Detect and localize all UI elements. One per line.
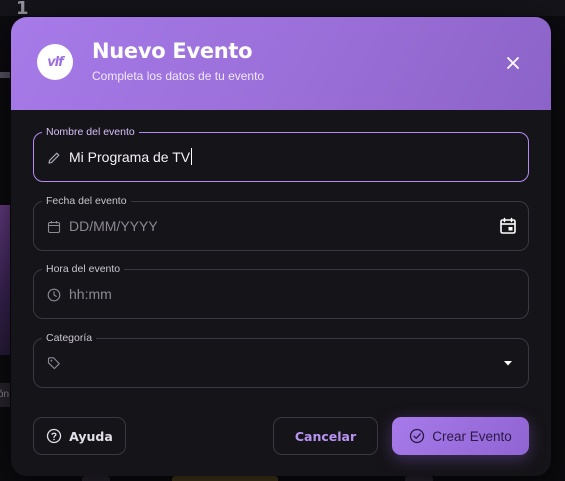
background-chip	[82, 476, 110, 481]
event-name-field[interactable]: Nombre del evento Mi Programa de TV	[33, 125, 529, 182]
create-event-button[interactable]: Crear Evento	[392, 417, 529, 455]
event-date-label: Fecha del evento	[42, 194, 131, 208]
tag-icon	[47, 357, 60, 370]
dropdown-arrow-icon	[504, 361, 512, 366]
event-date-input[interactable]: DD/MM/YYYY	[69, 217, 158, 235]
logo-text: vlf	[47, 54, 64, 70]
event-name-value: Mi Programa de TV	[69, 149, 191, 165]
background-divider	[0, 72, 10, 78]
help-icon	[47, 428, 62, 444]
help-button[interactable]: Ayuda	[33, 417, 126, 455]
category-dropdown-toggle[interactable]	[498, 353, 518, 373]
background-tag-text: ón	[0, 389, 10, 400]
event-category-label: Categoría	[42, 331, 97, 345]
background-chip	[405, 476, 433, 481]
background-chip	[172, 476, 278, 481]
close-icon	[507, 57, 519, 69]
close-button[interactable]	[500, 50, 526, 76]
help-button-label: Ayuda	[69, 428, 113, 444]
event-time-label: Hora del evento	[42, 262, 125, 276]
event-time-input[interactable]: hh:mm	[69, 285, 112, 303]
event-name-input[interactable]: Mi Programa de TV	[69, 148, 193, 166]
text-caret	[191, 148, 193, 165]
event-category-field[interactable]: Categoría	[33, 331, 529, 388]
app-logo: vlf	[37, 44, 73, 80]
clock-icon	[47, 288, 61, 302]
calendar-icon	[47, 221, 61, 234]
calendar-picker-icon	[500, 217, 516, 234]
background-thumbnail	[0, 205, 10, 355]
cancel-button-label: Cancelar	[294, 428, 357, 444]
modal-title: Nuevo Evento	[92, 39, 253, 63]
create-event-button-label: Crear Evento	[432, 428, 512, 444]
event-time-field[interactable]: Hora del evento hh:mm	[33, 262, 529, 319]
new-event-modal: vlf Nuevo Evento Completa los datos de t…	[11, 17, 551, 476]
calendar-picker-button[interactable]	[498, 216, 518, 236]
event-date-field[interactable]: Fecha del evento DD/MM/YYYY	[33, 194, 529, 251]
event-name-label: Nombre del evento	[42, 125, 139, 139]
pencil-icon	[48, 152, 60, 164]
background-tag: ón	[0, 383, 10, 407]
background-topbar: 1	[0, 0, 565, 19]
modal-header: vlf Nuevo Evento Completa los datos de t…	[11, 17, 551, 110]
cancel-button[interactable]: Cancelar	[273, 417, 378, 455]
check-circle-icon	[410, 428, 425, 444]
modal-subtitle: Completa los datos de tu evento	[92, 69, 265, 83]
